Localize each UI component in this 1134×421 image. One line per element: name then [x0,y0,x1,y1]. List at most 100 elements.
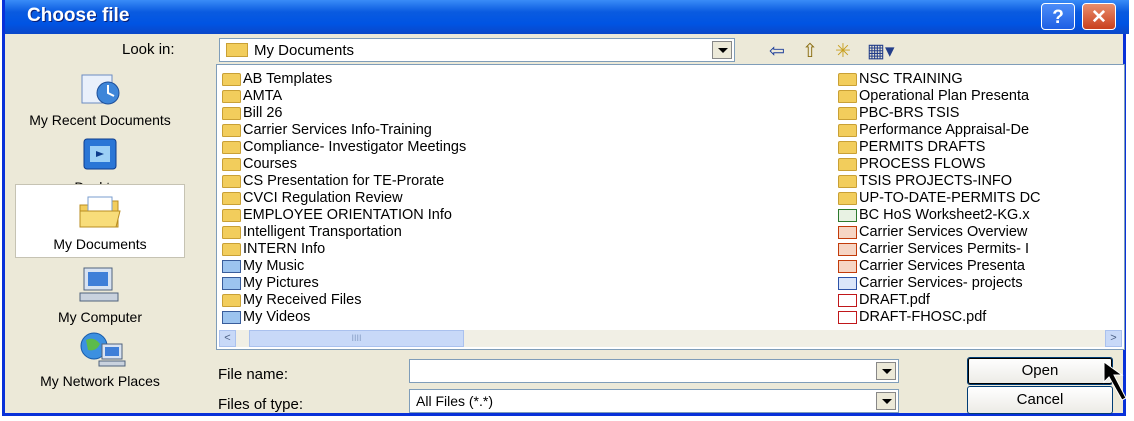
sidebar-item-label: My Computer [57,309,143,325]
back-icon[interactable]: ⇦ [769,40,785,63]
file-item[interactable]: Operational Plan Presenta [838,88,1041,105]
sidebar-item-network-places[interactable]: My Network Places [15,330,185,389]
new-folder-icon[interactable]: ✳ [835,40,851,63]
file-item-name: My Music [243,258,305,274]
horizontal-scrollbar[interactable]: < IIII > [219,330,1122,347]
word-file-icon [838,277,857,290]
window-title: Choose file [27,5,130,26]
folder-icon [222,124,241,137]
file-item[interactable]: NSC TRAINING [838,71,1041,88]
look-in-label: Look in: [122,41,175,58]
look-in-combo[interactable]: My Documents [219,38,735,62]
file-item[interactable]: PERMITS DRAFTS [838,139,1041,156]
sidebar-item-recent-documents[interactable]: My Recent Documents [15,69,185,128]
file-item[interactable]: My Received Files [222,292,466,309]
choose-file-dialog: Choose file ? ✕ Look in: My Documents ⇦ … [2,0,1129,416]
files-of-type-dropdown-arrow[interactable] [876,392,896,410]
help-button[interactable]: ? [1041,3,1075,30]
file-item[interactable]: CS Presentation for TE-Prorate [222,173,466,190]
folder-icon [222,158,241,171]
file-item[interactable]: My Music [222,258,466,275]
file-item[interactable]: TSIS PROJECTS-INFO [838,173,1041,190]
file-item[interactable]: BC HoS Worksheet2-KG.x [838,207,1041,224]
file-item-name: UP-TO-DATE-PERMITS DC [859,190,1041,206]
close-button[interactable]: ✕ [1082,3,1116,30]
pdf-file-icon [838,294,857,307]
file-list[interactable]: AB Templates AMTA Bill 26 Carrier Services … [216,64,1125,350]
folder-icon [838,124,857,137]
file-item[interactable]: INTERN Info [222,241,466,258]
folder-icon [222,243,241,256]
file-item[interactable]: EMPLOYEE ORIENTATION Info [222,207,466,224]
pdf-file-icon [838,311,857,324]
folder-icon [838,175,857,188]
file-item[interactable]: DRAFT-FHOSC.pdf [838,309,1041,326]
file-item[interactable]: PROCESS FLOWS [838,156,1041,173]
look-in-dropdown-arrow[interactable] [712,41,732,59]
cancel-button[interactable]: Cancel [967,386,1113,414]
file-item-name: Performance Appraisal-De [859,122,1030,138]
desktop-icon [83,138,117,170]
file-item[interactable]: Compliance- Investigator Meetings [222,139,466,156]
file-item-name: Intelligent Transportation [243,224,402,240]
file-item[interactable]: Carrier Services Permits- I [838,241,1041,258]
views-menu-icon[interactable]: ▦▾ [867,40,895,63]
folder-icon [222,73,241,86]
open-button[interactable]: Open [967,357,1113,385]
file-item-name: CVCI Regulation Review [243,190,403,206]
file-list-column-2: NSC TRAINING Operational Plan Presenta PBC… [838,71,1041,326]
file-item[interactable]: Bill 26 [222,105,466,122]
file-item-name: NSC TRAINING [859,71,963,87]
folder-icon [222,141,241,154]
sidebar-item-my-documents[interactable]: My Documents [15,184,185,258]
scroll-left-arrow[interactable]: < [219,330,236,347]
folder-icon [838,107,857,120]
sidebar-item-my-computer[interactable]: My Computer [15,266,185,325]
file-item[interactable]: AMTA [222,88,466,105]
file-item-name: Courses [243,156,297,172]
file-item-name: INTERN Info [243,241,326,257]
file-item-name: DRAFT.pdf [859,292,930,308]
file-item-name: AB Templates [243,71,333,87]
my-computer-icon [79,267,119,302]
file-item[interactable]: PBC-BRS TSIS [838,105,1041,122]
title-bar[interactable]: Choose file ? ✕ [5,0,1129,34]
scroll-right-arrow[interactable]: > [1105,330,1122,347]
file-item[interactable]: CVCI Regulation Review [222,190,466,207]
special-folder-icon [222,260,241,273]
special-folder-icon [222,277,241,290]
folder-icon [838,141,857,154]
file-item[interactable]: UP-TO-DATE-PERMITS DC [838,190,1041,207]
file-item[interactable]: AB Templates [222,71,466,88]
file-item-name: Carrier Services Permits- I [859,241,1029,257]
files-of-type-label: Files of type: [218,396,304,413]
file-item-name: Compliance- Investigator Meetings [243,139,467,155]
file-item[interactable]: Carrier Services- projects [838,275,1041,292]
my-documents-folder-icon [226,43,248,57]
file-item[interactable]: My Videos [222,309,466,326]
file-item[interactable]: Carrier Services Presenta [838,258,1041,275]
file-item[interactable]: Carrier Services Info-Training [222,122,466,139]
files-of-type-combo[interactable]: All Files (*.*) [409,389,899,413]
folder-icon [838,192,857,205]
scroll-thumb[interactable]: IIII [249,330,464,347]
folder-icon [222,209,241,222]
file-item[interactable]: Intelligent Transportation [222,224,466,241]
folder-icon [838,90,857,103]
folder-icon [222,90,241,103]
file-item[interactable]: DRAFT.pdf [838,292,1041,309]
file-item-name: Operational Plan Presenta [859,88,1030,104]
sidebar-item-label: My Recent Documents [29,112,171,128]
file-name-combo[interactable] [409,359,899,383]
file-item-name: PERMITS DRAFTS [859,139,986,155]
folder-icon [838,158,857,171]
file-name-dropdown-arrow[interactable] [876,362,896,380]
file-item[interactable]: Performance Appraisal-De [838,122,1041,139]
files-of-type-value: All Files (*.*) [416,393,494,409]
file-item-name: Carrier Services- projects [859,275,1023,291]
look-in-value: My Documents [254,42,355,59]
up-one-level-icon[interactable]: ⇧ [802,40,818,63]
file-item[interactable]: Courses [222,156,466,173]
file-item[interactable]: My Pictures [222,275,466,292]
file-item[interactable]: Carrier Services Overview [838,224,1041,241]
